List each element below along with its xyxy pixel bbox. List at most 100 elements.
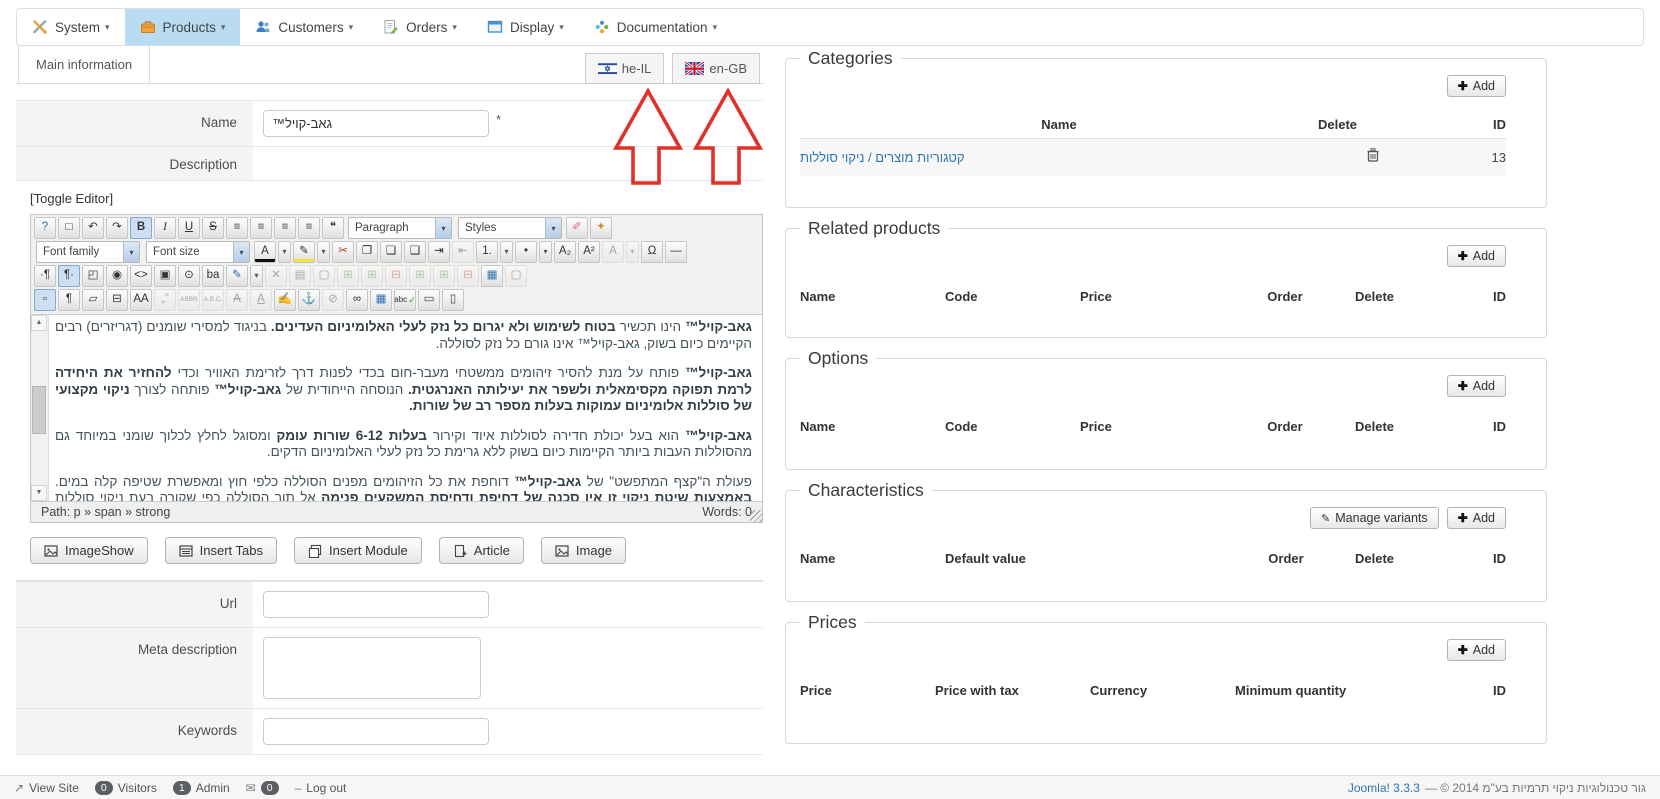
citation-button[interactable]: ✍ <box>274 289 296 311</box>
highlight-button[interactable]: ✎ <box>293 241 315 263</box>
font-styles-button[interactable]: AA <box>130 289 152 311</box>
translate-button[interactable]: ba <box>202 265 224 287</box>
strikethrough-button[interactable]: S <box>202 217 224 239</box>
quotes-button: „” <box>154 289 176 311</box>
text-color-button[interactable]: A <box>254 241 276 263</box>
indent-button[interactable]: ⇥ <box>428 241 450 263</box>
menu-item-documentation[interactable]: Documentation ▾ <box>579 9 732 45</box>
edit-image-button[interactable]: ✎ <box>226 265 248 287</box>
editor-resize-grip[interactable] <box>750 510 763 523</box>
insert-hr-button[interactable]: ⊟ <box>106 289 128 311</box>
imageshow-button[interactable]: ImageShow <box>30 537 148 564</box>
editor-scrollbar[interactable]: ▲ ▼ <box>31 315 49 501</box>
italic-button[interactable]: I <box>154 217 176 239</box>
undo-button[interactable]: ↶ <box>82 217 104 239</box>
help-button[interactable]: ? <box>34 217 56 239</box>
spellcheck-button[interactable]: abc <box>394 289 416 311</box>
horizontal-rule-button[interactable]: — <box>665 241 687 263</box>
prices-table-header: Price Price with tax Currency Minimum quant… <box>800 677 1506 704</box>
menu-item-products[interactable]: Products ▾ <box>124 9 241 45</box>
print-button[interactable]: ▣ <box>154 265 176 287</box>
paste-button[interactable]: ❏ <box>380 241 402 263</box>
eraser-button[interactable]: ✐ <box>566 217 588 239</box>
subscript-button[interactable]: A₂ <box>554 241 576 263</box>
blockquote-button[interactable]: ❝ <box>322 217 344 239</box>
superscript-button[interactable]: A² <box>578 241 600 263</box>
underline-button[interactable]: U <box>178 217 200 239</box>
logout-link[interactable]: – Log out <box>295 781 347 795</box>
meta-description-textarea[interactable] <box>263 637 481 699</box>
find-button[interactable]: ⊙ <box>178 265 200 287</box>
cleanup-button[interactable]: ✦ <box>590 217 612 239</box>
scroll-down-icon[interactable]: ▼ <box>31 485 47 501</box>
justify-full-button[interactable]: ≡ <box>226 217 248 239</box>
manage-variants-button[interactable]: ✎ Manage variants <box>1310 507 1439 529</box>
styles-select[interactable]: Styles ▾ <box>458 217 562 239</box>
justify-center-button[interactable]: ≡ <box>250 217 272 239</box>
menu-item-display[interactable]: Display ▾ <box>472 9 579 45</box>
messages-status[interactable]: ✉ 0 <box>246 780 279 795</box>
column-header: Price <box>1080 289 1112 304</box>
paragraph-format-select[interactable]: Paragraph ▾ <box>348 217 452 239</box>
category-link[interactable]: קטגוריות מוצרים / ניקוי סוללות <box>800 150 965 165</box>
anchor-button[interactable]: ⚓ <box>298 289 320 311</box>
show-blocks-button[interactable]: ¶ <box>58 289 80 311</box>
editor-content-area[interactable]: ▲ ▼ גאב-קויל™ הינו תכשיר בטוח לשימוש ולא… <box>31 315 762 501</box>
add-related-product-button[interactable]: ✚ Add <box>1446 245 1506 267</box>
add-option-button[interactable]: ✚ Add <box>1446 375 1506 397</box>
trash-icon[interactable] <box>1367 148 1379 162</box>
highlight-menu-button[interactable]: ▾ <box>317 241 330 263</box>
add-characteristic-button[interactable]: ✚ Add <box>1446 507 1506 529</box>
scroll-up-icon[interactable]: ▲ <box>31 315 47 331</box>
redo-button[interactable]: ↷ <box>106 217 128 239</box>
source-code-button[interactable]: <> <box>130 265 152 287</box>
paste-as-text-button[interactable]: ❑ <box>404 241 426 263</box>
bullet-list-menu-button[interactable]: ▾ <box>539 241 552 263</box>
scrollbar-thumb[interactable] <box>32 385 46 435</box>
iframe-button[interactable]: ▯ <box>442 289 464 311</box>
tab-language-en-gb[interactable]: en-GB <box>672 53 760 84</box>
article-button[interactable]: Article <box>438 537 524 564</box>
special-character-button[interactable]: Ω <box>641 241 663 263</box>
fullscreen-button[interactable]: ◰ <box>82 265 104 287</box>
justify-left-button[interactable]: ≡ <box>298 217 320 239</box>
name-input[interactable] <box>263 110 489 137</box>
text-color-menu-button[interactable]: ▾ <box>278 241 291 263</box>
add-price-button[interactable]: ✚ Add <box>1446 639 1506 661</box>
insert-image-button[interactable]: ▦ <box>370 289 392 311</box>
justify-right-button[interactable]: ≡ <box>274 217 296 239</box>
menu-item-system[interactable]: System ▾ <box>17 9 125 45</box>
copy-button[interactable]: ❐ <box>356 241 378 263</box>
edit-image-menu-button[interactable]: ▾ <box>250 265 263 287</box>
bold-button[interactable]: B <box>130 217 152 239</box>
bullet-list-button[interactable]: • <box>515 241 537 263</box>
insert-table-button[interactable]: ▦ <box>481 265 503 287</box>
joomla-version-link[interactable]: Joomla! 3.3.3 <box>1348 781 1420 795</box>
ordered-list-menu-button[interactable]: ▾ <box>500 241 513 263</box>
ordered-list-button[interactable]: 1. <box>476 241 498 263</box>
tab-main-information[interactable]: Main information <box>18 45 151 83</box>
image-button[interactable]: Image <box>540 537 627 564</box>
toggle-editor-link[interactable]: [Toggle Editor] <box>30 191 113 206</box>
preview-button[interactable]: ◉ <box>106 265 128 287</box>
paste-preview-button[interactable]: ▱ <box>82 289 104 311</box>
font-family-select[interactable]: Font family ▾ <box>36 241 140 263</box>
menu-item-customers[interactable]: Customers ▾ <box>240 9 368 45</box>
visual-aid-button[interactable]: ▫ <box>34 289 56 311</box>
insert-tabs-button[interactable]: Insert Tabs <box>164 537 278 564</box>
insert-module-button[interactable]: Insert Module <box>294 537 422 564</box>
tab-language-he-il[interactable]: he-IL <box>584 53 665 84</box>
rich-text-editor: ? □ ↶ ↷ B I U S ≡ ≡ ≡ ≡ ❝ Paragraph ▾ Styles ▾ ✐ ✦ Fo… <box>30 214 763 523</box>
cut-button[interactable]: ✂ <box>332 241 354 263</box>
keywords-input[interactable] <box>263 718 489 745</box>
ltr-paragraph-button[interactable]: ·¶ <box>34 265 56 287</box>
rtl-paragraph-button[interactable]: ¶· <box>58 265 80 287</box>
media-button[interactable]: ▭ <box>418 289 440 311</box>
url-input[interactable] <box>263 591 489 618</box>
font-size-select[interactable]: Font size ▾ <box>146 241 250 263</box>
view-site-link[interactable]: ↗ View Site <box>14 781 79 795</box>
add-category-button[interactable]: ✚ Add <box>1446 75 1506 97</box>
new-document-button[interactable]: □ <box>58 217 80 239</box>
link-button[interactable]: ∞ <box>346 289 368 311</box>
menu-item-orders[interactable]: Orders ▾ <box>368 9 472 45</box>
